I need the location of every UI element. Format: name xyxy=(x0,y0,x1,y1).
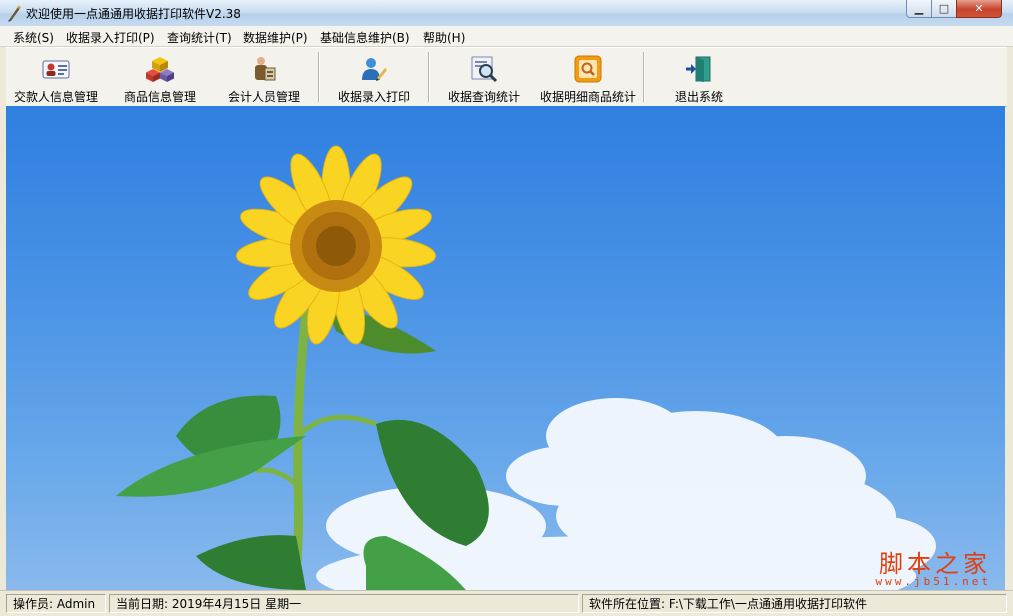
menu-receipt-print[interactable]: 收据录入打印(P) xyxy=(66,29,155,46)
sunflower-background xyxy=(116,145,936,590)
minimize-button[interactable]: ▁ xyxy=(906,0,932,18)
toolbar-label: 会计人员管理 xyxy=(227,90,300,104)
receipt-entry-button[interactable]: 收据录入打印 xyxy=(324,50,424,104)
magnifier-report-icon xyxy=(471,56,498,83)
menu-help[interactable]: 帮助(H) xyxy=(423,29,465,46)
receipt-query-button[interactable]: 收据查询统计 xyxy=(434,50,534,104)
toolbar-separator xyxy=(318,52,320,102)
toolbar-label: 交款人信息管理 xyxy=(13,90,98,104)
menu-query-stats[interactable]: 查询统计(T) xyxy=(167,29,232,46)
payer-info-button[interactable]: 交款人信息管理 xyxy=(6,50,106,104)
menu-basic-info[interactable]: 基础信息维护(B) xyxy=(320,29,410,46)
receipt-detail-stats-button[interactable]: 收据明细商品统计 xyxy=(536,50,640,104)
menu-data-maintenance[interactable]: 数据维护(P) xyxy=(243,29,308,46)
watermark-title: 脚本之家 xyxy=(879,550,991,578)
window-title: 欢迎使用一点通通用收据打印软件V2.38 xyxy=(26,7,241,21)
app-window: 欢迎使用一点通通用收据打印软件V2.38 ▁ □ ✕ 系统(S) 收据录入打印(… xyxy=(0,0,1013,616)
toolbar-label: 商品信息管理 xyxy=(123,90,196,104)
status-operator: 操作员: Admin xyxy=(6,594,106,613)
toolbar-label: 收据查询统计 xyxy=(447,90,520,104)
toolbar: 交款人信息管理 商品信息管理 会计人员管理 收据录入打印 收据查询统计 收据明细… xyxy=(6,47,1007,107)
maximize-button[interactable]: □ xyxy=(931,0,957,18)
site-watermark: 脚本之家 www.jb51.net xyxy=(876,544,991,588)
status-location: 软件所在位置: F:\下载工作\一点通通用收据打印软件 xyxy=(582,594,1007,613)
background-image-area: 脚本之家 www.jb51.net xyxy=(6,106,1005,590)
contact-card-icon xyxy=(42,60,70,79)
exit-door-icon xyxy=(686,56,711,82)
cubes-icon xyxy=(146,57,174,82)
close-button[interactable]: ✕ xyxy=(956,0,1002,18)
toolbar-separator xyxy=(643,52,645,102)
title-bar[interactable]: 欢迎使用一点通通用收据打印软件V2.38 ▁ □ ✕ xyxy=(0,0,1013,27)
menu-system[interactable]: 系统(S) xyxy=(13,29,54,46)
toolbar-label: 退出系统 xyxy=(674,90,723,104)
toolbar-label: 收据明细商品统计 xyxy=(539,90,636,104)
accountant-button[interactable]: 会计人员管理 xyxy=(214,50,314,104)
accountant-icon xyxy=(255,57,276,81)
exit-system-button[interactable]: 退出系统 xyxy=(649,50,749,104)
toolbar-separator xyxy=(428,52,430,102)
orange-search-icon xyxy=(574,55,602,83)
product-info-button[interactable]: 商品信息管理 xyxy=(110,50,210,104)
watermark-url: www.jb51.net xyxy=(875,575,991,588)
user-edit-icon xyxy=(362,58,387,81)
menu-bar: 系统(S) 收据录入打印(P) 查询统计(T) 数据维护(P) 基础信息维护(B… xyxy=(0,26,1013,47)
status-bar: 操作员: Admin 当前日期: 2019年4月15日 星期一 软件所在位置: … xyxy=(0,590,1013,616)
status-date: 当前日期: 2019年4月15日 星期一 xyxy=(109,594,579,613)
toolbar-label: 收据录入打印 xyxy=(337,90,410,104)
pen-app-icon xyxy=(8,5,21,22)
